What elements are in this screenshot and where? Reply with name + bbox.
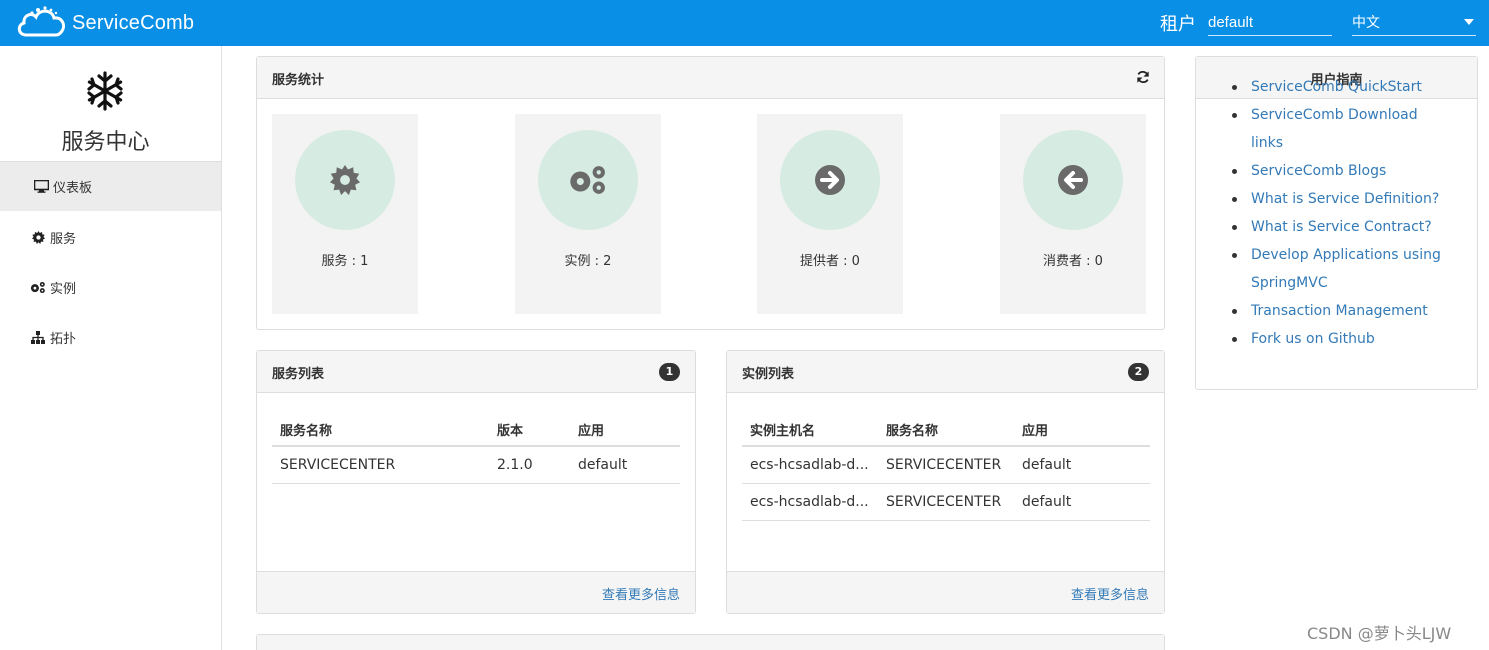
sidebar-item-services[interactable]: 服务 — [0, 212, 221, 262]
tenant-input[interactable] — [1208, 10, 1332, 36]
app-cell: default — [570, 446, 680, 484]
app-cell: default — [1014, 483, 1150, 521]
panel-footer: 查看更多信息 — [727, 571, 1164, 613]
instance-list-panel: 实例列表 2 实例主机名 服务名称 应用 ecs-hcsadlab-d... S… — [726, 350, 1165, 614]
sidebar-title: 服务中心 — [61, 130, 150, 155]
guide-link[interactable]: ServiceComb Download links — [1232, 101, 1452, 157]
refresh-icon[interactable] — [1136, 70, 1150, 84]
column-header: 实例主机名 — [742, 413, 878, 447]
hostname-cell[interactable]: ecs-hcsadlab-d... — [742, 483, 878, 521]
stat-label: 实例 : 2 — [564, 254, 612, 269]
stat-label: 消费者 : 0 — [1043, 254, 1103, 269]
guide-link-list: ServiceComb QuickStart ServiceComb Downl… — [1232, 73, 1452, 353]
column-header: 服务名称 — [878, 413, 1014, 447]
sidebar-item-label: 服务 — [50, 231, 77, 247]
guide-link[interactable]: Transaction Management — [1232, 297, 1452, 325]
sidebar-item-label: 仪表板 — [53, 181, 93, 196]
gear-icon — [30, 229, 46, 245]
user-guide-panel: 用户指南 ServiceComb QuickStart ServiceComb … — [1195, 56, 1478, 390]
stat-circle — [295, 130, 395, 230]
arrow-right-circle-icon — [815, 165, 845, 195]
service-name-cell: SERVICECENTER — [878, 483, 1014, 521]
language-select[interactable]: 中文 — [1352, 10, 1476, 36]
panel-header — [257, 635, 1164, 650]
service-table: 服务名称 版本 应用 SERVICECENTER 2.1.0 default — [272, 413, 680, 484]
panel-title: 服务统计 — [272, 73, 325, 88]
service-name-cell[interactable]: SERVICECENTER — [272, 446, 489, 484]
stat-card-providers[interactable]: 提供者 : 0 — [757, 114, 903, 314]
sidebar-item-topology[interactable]: 拓扑 — [0, 312, 221, 362]
count-badge: 2 — [1128, 363, 1149, 381]
bottom-panel-partial — [256, 634, 1165, 650]
column-header: 服务名称 — [272, 413, 489, 447]
table-header-row: 服务名称 版本 应用 — [272, 413, 680, 447]
app-cell: default — [1014, 446, 1150, 484]
sidebar: 服务中心 仪表板 服务 实例 拓扑 — [0, 46, 222, 650]
view-more-link[interactable]: 查看更多信息 — [1071, 584, 1149, 603]
caret-down-icon — [1464, 19, 1474, 25]
table-row[interactable]: ecs-hcsadlab-d... SERVICECENTER default — [742, 446, 1150, 484]
stat-label: 提供者 : 0 — [800, 254, 860, 269]
table-row[interactable]: ecs-hcsadlab-d... SERVICECENTER default — [742, 483, 1150, 521]
arrow-left-circle-icon — [1058, 165, 1088, 195]
stat-card-consumers[interactable]: 消费者 : 0 — [1000, 114, 1146, 314]
stat-circle — [780, 130, 880, 230]
gears-icon — [570, 166, 605, 194]
guide-link[interactable]: ServiceComb Blogs — [1232, 157, 1452, 185]
guide-link[interactable]: What is Service Contract? — [1232, 213, 1452, 241]
stat-card-instances[interactable]: 实例 : 2 — [515, 114, 661, 314]
panel-title: 服务列表 — [272, 367, 325, 382]
stat-circle — [1023, 130, 1123, 230]
stat-card-services[interactable]: 服务 : 1 — [272, 114, 418, 314]
panel-title: 实例列表 — [742, 367, 795, 382]
panel-header: 服务列表 1 — [257, 351, 695, 393]
table-header-row: 实例主机名 服务名称 应用 — [742, 413, 1150, 447]
monitor-icon — [33, 179, 49, 195]
gear-icon — [330, 165, 360, 195]
snowflake-icon — [87, 71, 123, 111]
sidebar-item-instances[interactable]: 实例 — [0, 262, 221, 312]
instance-table: 实例主机名 服务名称 应用 ecs-hcsadlab-d... SERVICEC… — [742, 413, 1150, 521]
cloud-logo-icon — [17, 6, 66, 37]
brand-logo[interactable]: ServiceComb — [16, 4, 194, 42]
guide-link[interactable]: Develop Applications using SpringMVC — [1232, 241, 1452, 297]
service-list-panel: 服务列表 1 服务名称 版本 应用 SERVICECENTER 2.1.0 de… — [256, 350, 696, 614]
view-more-link[interactable]: 查看更多信息 — [602, 584, 680, 603]
language-value: 中文 — [1352, 15, 1380, 31]
panel-footer: 查看更多信息 — [257, 571, 695, 613]
brand-name: ServiceComb — [72, 11, 195, 34]
column-header: 应用 — [1014, 413, 1150, 447]
gears-icon — [30, 279, 46, 295]
sidebar-item-label: 拓扑 — [50, 331, 77, 347]
panel-header: 服务统计 — [257, 57, 1164, 99]
column-header: 应用 — [570, 413, 680, 447]
tenant-label: 租户 — [1160, 14, 1196, 35]
watermark: CSDN @萝卜头LJW — [1307, 624, 1452, 643]
sitemap-icon — [30, 329, 46, 345]
stat-label: 服务 : 1 — [321, 254, 369, 269]
service-name-cell: SERVICECENTER — [878, 446, 1014, 484]
column-header: 版本 — [489, 413, 570, 447]
table-row[interactable]: SERVICECENTER 2.1.0 default — [272, 446, 680, 484]
count-badge: 1 — [659, 363, 680, 381]
version-cell: 2.1.0 — [489, 446, 570, 484]
hostname-cell[interactable]: ecs-hcsadlab-d... — [742, 446, 878, 484]
service-stats-panel: 服务统计 服务 : 1 实例 : 2 提供者 : 0 消费者 : 0 — [256, 56, 1165, 330]
sidebar-item-dashboard[interactable]: 仪表板 — [0, 161, 221, 211]
panel-header: 实例列表 2 — [727, 351, 1164, 393]
guide-link[interactable]: Fork us on Github — [1232, 325, 1452, 353]
stat-circle — [538, 130, 638, 230]
guide-link[interactable]: What is Service Definition? — [1232, 185, 1452, 213]
top-navbar: ServiceComb 租户 中文 — [0, 0, 1489, 46]
sidebar-item-label: 实例 — [50, 281, 77, 297]
guide-link[interactable]: ServiceComb QuickStart — [1232, 73, 1452, 101]
